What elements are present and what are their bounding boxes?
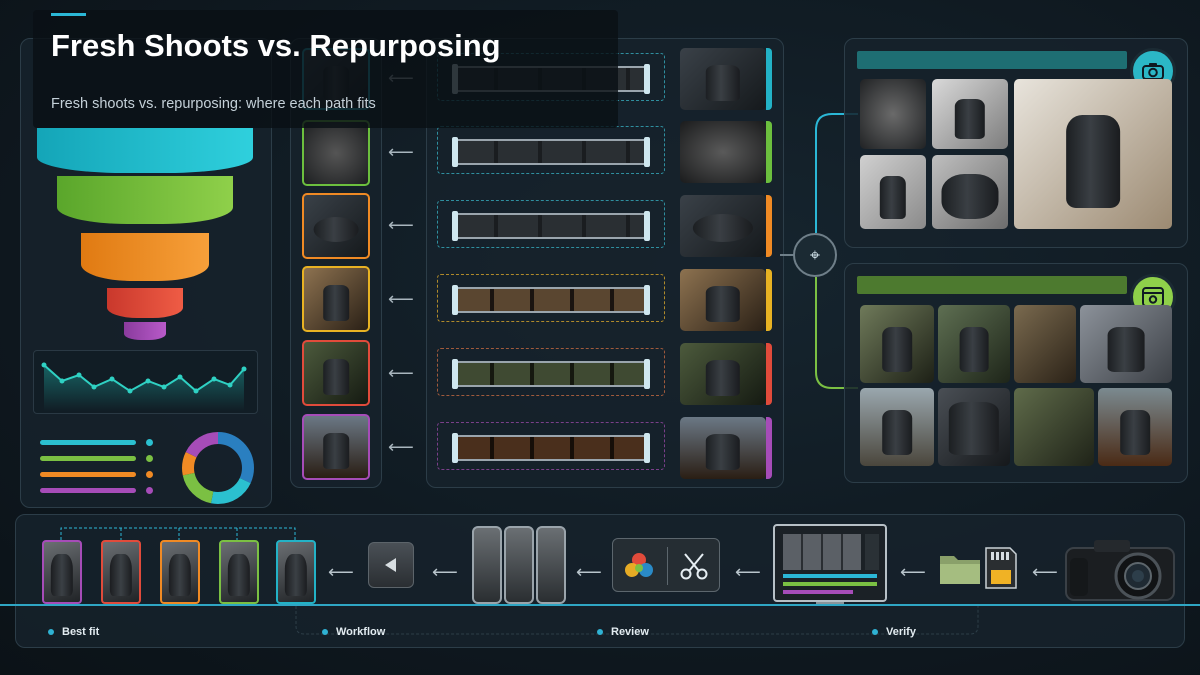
arrow-left-icon: ⟵ bbox=[388, 215, 414, 235]
sd-card-icon[interactable] bbox=[984, 546, 1018, 590]
legend-label: Review bbox=[611, 626, 649, 638]
editing-monitor[interactable] bbox=[773, 524, 887, 602]
arrow-left-icon: ⟵ bbox=[388, 142, 414, 162]
scissors-icon[interactable] bbox=[679, 551, 709, 581]
phone-preview[interactable] bbox=[536, 526, 566, 604]
thumb-texture[interactable] bbox=[302, 120, 370, 186]
edit-tools-box[interactable] bbox=[612, 538, 720, 592]
donut-chart bbox=[182, 432, 254, 504]
play-back-icon[interactable] bbox=[368, 542, 414, 588]
output-thumb-strap[interactable] bbox=[680, 48, 766, 110]
fresh-shoot-header-bar bbox=[857, 51, 1127, 69]
dot-green bbox=[146, 455, 153, 462]
variant-thumb-green[interactable] bbox=[219, 540, 259, 604]
output-thumb-bike[interactable] bbox=[680, 343, 766, 405]
variant-thumb-orange[interactable] bbox=[160, 540, 200, 604]
bar-teal bbox=[40, 440, 136, 445]
arrow-left-icon: ⟵ bbox=[388, 363, 414, 383]
funnel-layer-red bbox=[107, 288, 183, 318]
dot-orange bbox=[146, 471, 153, 478]
repurpose-photo-forest[interactable] bbox=[938, 305, 1010, 383]
bar-orange bbox=[40, 472, 136, 477]
variant-thumb-purple[interactable] bbox=[42, 540, 82, 604]
arrow-left-icon: ⟵ bbox=[388, 437, 414, 457]
arrow-left-icon: ⟵ bbox=[900, 562, 926, 582]
page-subtitle: Fresh shoots vs. repurposing: where each… bbox=[51, 96, 376, 112]
repurpose-photo-beach[interactable] bbox=[860, 388, 934, 466]
legend-workflow: Workflow bbox=[322, 626, 385, 638]
output-thumb-room[interactable] bbox=[680, 269, 766, 331]
legend-dot-icon bbox=[597, 629, 603, 636]
repurpose-photo-gear[interactable] bbox=[1014, 305, 1076, 383]
indicator-red bbox=[766, 343, 772, 405]
timeline-strip[interactable] bbox=[437, 422, 665, 470]
repurpose-header-bar bbox=[857, 276, 1127, 294]
line-chart-widget bbox=[33, 350, 258, 414]
arrow-left-icon: ⟵ bbox=[735, 562, 761, 582]
repurpose-photo-fire[interactable] bbox=[1098, 388, 1172, 466]
legend-review: Review bbox=[597, 626, 649, 638]
output-thumb-campfire[interactable] bbox=[680, 417, 766, 479]
indicator-yellow bbox=[766, 269, 772, 331]
variant-thumb-teal[interactable] bbox=[276, 540, 316, 604]
thumb-controls[interactable] bbox=[302, 193, 370, 259]
bar-purple bbox=[40, 488, 136, 493]
page-title: Fresh Shoots vs. Repurposing bbox=[51, 28, 501, 63]
trend-line bbox=[41, 362, 247, 411]
timeline-strip[interactable] bbox=[437, 126, 665, 174]
fresh-photo-strap[interactable] bbox=[932, 79, 1008, 149]
title-accent-bar bbox=[51, 13, 86, 16]
repurpose-photo-glow[interactable] bbox=[938, 388, 1010, 466]
scan-focus-icon[interactable]: ⌖ bbox=[793, 233, 837, 277]
dot-purple bbox=[146, 487, 153, 494]
legend-dot-icon bbox=[872, 629, 878, 636]
fresh-photo-droplets[interactable] bbox=[860, 79, 926, 149]
thumb-bike[interactable] bbox=[302, 340, 370, 406]
timeline-strip[interactable] bbox=[437, 274, 665, 322]
timeline-strip[interactable] bbox=[437, 200, 665, 248]
legend-verify: Verify bbox=[872, 626, 916, 638]
funnel-layer-orange bbox=[81, 233, 209, 281]
legend-dot-icon bbox=[322, 629, 328, 636]
dot-teal bbox=[146, 439, 153, 446]
title-overlay: Fresh Shoots vs. Repurposing Fresh shoot… bbox=[33, 10, 618, 128]
repurpose-photo-backpack[interactable] bbox=[1014, 388, 1094, 466]
funnel-layer-teal bbox=[37, 128, 253, 173]
arrow-left-icon: ⟵ bbox=[576, 562, 602, 582]
fresh-photo-top[interactable] bbox=[932, 155, 1008, 229]
variant-thumb-red[interactable] bbox=[101, 540, 141, 604]
camera-body-icon[interactable] bbox=[1064, 536, 1176, 602]
bar-green bbox=[40, 456, 136, 461]
legend-label: Workflow bbox=[336, 626, 386, 638]
arrow-left-icon: ⟵ bbox=[328, 562, 354, 582]
output-thumb-texture[interactable] bbox=[680, 121, 766, 183]
arrow-left-icon: ⟵ bbox=[432, 562, 458, 582]
legend-best-fit: Best fit bbox=[48, 626, 99, 638]
funnel-layer-green bbox=[57, 176, 233, 224]
arrow-left-icon: ⟵ bbox=[388, 289, 414, 309]
timeline-strip[interactable] bbox=[437, 348, 665, 396]
folder-icon[interactable] bbox=[938, 550, 982, 586]
repurpose-photo-bike[interactable] bbox=[860, 305, 934, 383]
arrow-left-icon: ⟵ bbox=[1032, 562, 1058, 582]
repurpose-photo-sofa[interactable] bbox=[1080, 305, 1172, 383]
fresh-photo-hero[interactable] bbox=[1014, 79, 1172, 229]
output-thumb-controls[interactable] bbox=[680, 195, 766, 257]
legend-label: Best fit bbox=[62, 626, 100, 638]
indicator-green bbox=[766, 121, 772, 183]
thumb-campfire[interactable] bbox=[302, 414, 370, 480]
color-wheel-icon[interactable] bbox=[623, 551, 655, 581]
phone-preview[interactable] bbox=[472, 526, 502, 604]
indicator-teal bbox=[766, 48, 772, 110]
funnel-layer-purple bbox=[124, 322, 166, 340]
indicator-orange bbox=[766, 195, 772, 257]
fresh-photo-port[interactable] bbox=[860, 155, 926, 229]
legend-label: Verify bbox=[886, 626, 916, 638]
indicator-purple bbox=[766, 417, 772, 479]
phone-preview[interactable] bbox=[504, 526, 534, 604]
legend-dot-icon bbox=[48, 629, 54, 636]
thumb-room[interactable] bbox=[302, 266, 370, 332]
